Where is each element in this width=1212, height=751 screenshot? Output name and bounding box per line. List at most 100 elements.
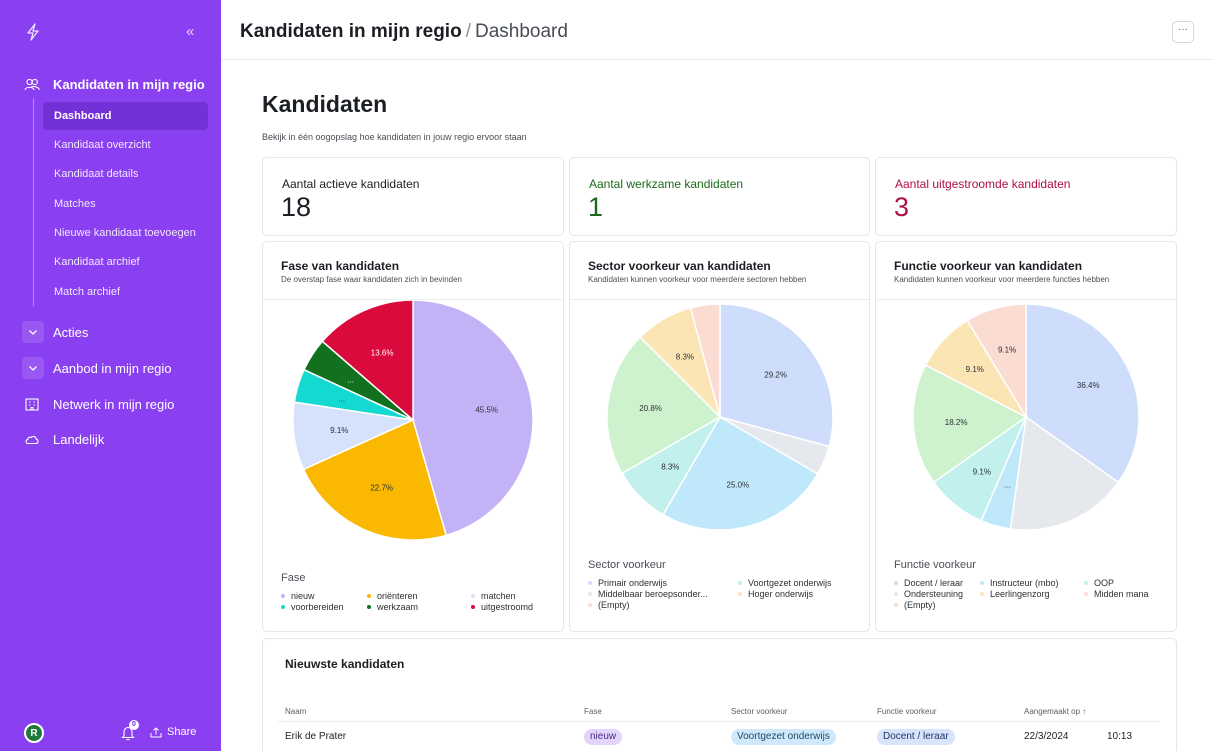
legend-item[interactable]: Voortgezet onderwijs — [738, 578, 832, 588]
legend-dot-icon — [367, 605, 371, 609]
legend-dot-icon — [894, 603, 898, 607]
legend-functie: Docent / leraar Instructeur (mbo) OOP Onder… — [894, 578, 1164, 618]
legend-item[interactable]: Ondersteuning — [894, 589, 963, 599]
column-header-fase[interactable]: Fase — [584, 707, 602, 716]
sidebar-item-match-archief[interactable]: Match archief — [43, 278, 208, 306]
stat-card-actieve: Aantal actieve kandidaten 18 — [262, 157, 564, 236]
bolt-logo-icon[interactable] — [25, 23, 41, 41]
legend-item[interactable]: werkzaam — [367, 602, 418, 612]
cloud-icon — [25, 435, 39, 445]
legend-label: (Empty) — [904, 600, 936, 610]
share-label: Share — [167, 726, 197, 738]
cell-naam[interactable]: Erik de Prater — [285, 731, 346, 742]
legend-item[interactable]: voorbereiden — [281, 602, 344, 612]
chart-title: Fase van kandidaten — [281, 259, 400, 273]
pie-chart-sector[interactable]: 29.2% 25.0% 8.3% 20.8% 8.3% — [570, 300, 871, 562]
sector-badge: Voortgezet onderwijs — [731, 729, 836, 745]
sidebar-item-kandidaat-details[interactable]: Kandidaat details — [43, 160, 208, 188]
legend-label: oriënteren — [377, 591, 418, 601]
column-header-sector[interactable]: Sector voorkeur — [731, 707, 787, 716]
sidebar-item-kandidaat-overzicht[interactable]: Kandidaat overzicht — [43, 131, 208, 159]
legend-item[interactable]: matchen — [471, 591, 516, 601]
column-header-aangemaakt[interactable]: Aangemaakt op ↑ — [1024, 707, 1086, 716]
legend-item[interactable]: Leerlingenzorg — [980, 589, 1050, 599]
legend-dot-icon — [980, 592, 984, 596]
chart-card-fase: Fase van kandidaten De overstap fase waa… — [262, 241, 564, 632]
data-label: 9.1% — [330, 426, 348, 435]
legend-item[interactable]: Instructeur (mbo) — [980, 578, 1059, 588]
building-icon — [25, 398, 39, 411]
legend-item[interactable]: Hoger onderwijs — [738, 589, 813, 599]
data-label: 9.1% — [973, 467, 991, 476]
stat-card-werkzame: Aantal werkzame kandidaten 1 — [569, 157, 870, 236]
legend-label: Ondersteuning — [904, 589, 964, 599]
sidebar-item-nieuwe-kandidaat[interactable]: Nieuwe kandidaat toevoegen — [43, 219, 208, 247]
pie-chart-functie[interactable]: 36.4%... 9.1% 18.2% 9.1% 9.1% — [876, 300, 1178, 562]
sidebar-section-netwerk[interactable]: Netwerk in mijn regio — [0, 390, 221, 418]
page-title: Kandidaten — [262, 91, 388, 117]
sidebar-item-dashboard[interactable]: Dashboard — [43, 102, 208, 130]
legend-label: Instructeur (mbo) — [990, 578, 1059, 588]
sidebar-section-kandidaten[interactable]: Kandidaten in mijn regio — [0, 70, 221, 98]
data-label: ... — [347, 376, 354, 385]
legend-dot-icon — [894, 592, 898, 596]
legend-label: Hoger onderwijs — [748, 589, 814, 599]
legend-label: Primair onderwijs — [598, 578, 668, 588]
sidebar-item-matches[interactable]: Matches — [43, 190, 208, 218]
legend-dot-icon — [588, 592, 592, 596]
sidebar-footer: R 0 Share — [0, 716, 221, 751]
sidebar-section-aanbod[interactable]: Aanbod in mijn regio — [0, 354, 221, 382]
legend-dot-icon — [588, 581, 592, 585]
pie-chart-fase[interactable]: 45.5% 22.7% 9.1%...... 13.6% — [263, 300, 565, 562]
legend-label: (Empty) — [598, 600, 630, 610]
legend-label: Midden mana — [1094, 589, 1149, 599]
sidebar-item-kandidaat-archief[interactable]: Kandidaat archief — [43, 248, 208, 276]
chart-title: Functie voorkeur van kandidaten — [894, 259, 1083, 273]
page-subtitle: Bekijk in één oogopslag hoe kandidaten i… — [262, 132, 527, 142]
legend-item[interactable]: Primair onderwijs — [588, 578, 667, 588]
avatar[interactable]: R — [24, 723, 44, 743]
data-label: 9.1% — [966, 365, 984, 374]
legend-item[interactable]: (Empty) — [588, 600, 630, 610]
column-header-naam[interactable]: Naam — [285, 707, 306, 716]
share-button[interactable]: Share — [150, 726, 196, 738]
data-label: ... — [338, 395, 345, 404]
legend-item[interactable]: uitgestroomd — [471, 602, 533, 612]
legend-dot-icon — [738, 592, 742, 596]
legend-item[interactable]: Docent / leraar — [894, 578, 963, 588]
legend-item[interactable]: Middelbaar beroepsonder... — [588, 589, 708, 599]
legend-item[interactable]: oriënteren — [367, 591, 418, 601]
sidebar-section-acties[interactable]: Acties — [0, 318, 221, 346]
top-bar: Kandidaten in mijn regio / Dashboard ··· — [221, 0, 1212, 60]
cell-date: 22/3/2024 — [1024, 731, 1069, 742]
chevron-down-icon[interactable] — [22, 357, 44, 379]
submenu-line — [33, 98, 34, 306]
legend-label: voorbereiden — [291, 602, 344, 612]
stat-label: Aantal actieve kandidaten — [282, 177, 420, 191]
legend-dot-icon — [367, 594, 371, 598]
legend-label: matchen — [481, 591, 516, 601]
legend-item[interactable]: Midden mana — [1084, 589, 1149, 599]
chart-subtitle: Kandidaten kunnen voorkeur voor meerdere… — [894, 275, 1110, 284]
legend-item[interactable]: nieuw — [281, 591, 315, 601]
legend-dot-icon — [894, 581, 898, 585]
legend-item[interactable]: (Empty) — [894, 600, 936, 610]
legend-label: Leerlingenzorg — [990, 589, 1050, 599]
legend-label: Voortgezet onderwijs — [748, 578, 832, 588]
double-chevron-left-icon[interactable]: « — [186, 24, 194, 40]
data-label: 13.6% — [371, 348, 394, 357]
legend-dot-icon — [281, 594, 285, 598]
more-options-button[interactable]: ··· — [1172, 21, 1194, 43]
breadcrumb-parent[interactable]: Kandidaten in mijn regio — [240, 21, 462, 42]
sidebar-section-landelijk[interactable]: Landelijk — [0, 425, 221, 453]
legend-dot-icon — [281, 605, 285, 609]
legend-label: nieuw — [291, 591, 315, 601]
legend-item[interactable]: OOP — [1084, 578, 1114, 588]
column-header-functie[interactable]: Functie voorkeur — [877, 707, 937, 716]
legend-dot-icon — [738, 581, 742, 585]
data-label: 45.5% — [475, 406, 498, 415]
chevron-down-icon[interactable] — [22, 321, 44, 343]
data-label: 29.2% — [764, 370, 787, 379]
breadcrumb-separator: / — [465, 21, 471, 42]
sidebar-section-label: Netwerk in mijn regio — [53, 396, 175, 412]
